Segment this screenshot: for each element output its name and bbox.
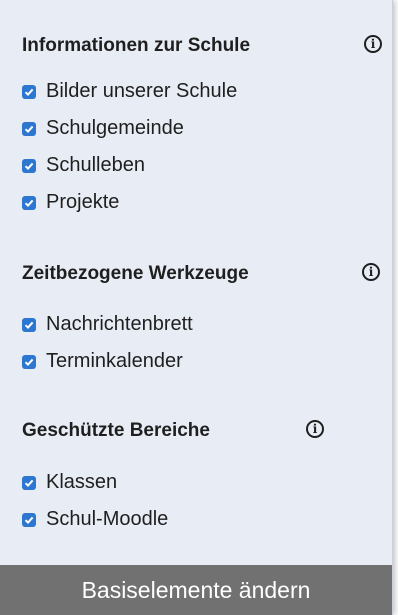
checkbox-checked[interactable] (22, 158, 36, 173)
checkbox-label: Schul-Moodle (46, 508, 169, 530)
checkbox-label: Bilder unserer Schule (46, 80, 238, 102)
checkbox-checked[interactable] (22, 84, 36, 99)
section-header: Informationen zur Schule i (22, 33, 382, 63)
checkbox-label: Schulleben (46, 154, 145, 176)
section-title: Informationen zur Schule (22, 35, 251, 56)
section-time-tools: Zeitbezogene Werkzeuge i Nachrichtenbret… (22, 261, 380, 380)
section-title: Geschützte Bereiche (22, 420, 210, 441)
settings-panel: Informationen zur Schule i Bilder unsere… (0, 0, 393, 615)
section-header: Zeitbezogene Werkzeuge i (22, 261, 380, 291)
info-icon[interactable]: i (306, 420, 324, 438)
checkbox-item-school-life[interactable]: Schulleben (22, 147, 372, 184)
checkbox-checked[interactable] (22, 512, 36, 527)
checkbox-item-classes[interactable]: Klassen (22, 464, 372, 501)
checkbox-item-news-board[interactable]: Nachrichtenbrett (22, 306, 372, 343)
checkbox-item-projects[interactable]: Projekte (22, 184, 372, 221)
section-school-info: Informationen zur Schule i Bilder unsere… (22, 33, 382, 221)
info-icon[interactable]: i (362, 263, 380, 281)
checkbox-item-pictures[interactable]: Bilder unserer Schule (22, 73, 372, 110)
checkbox-label: Klassen (46, 471, 118, 493)
checkbox-checked[interactable] (22, 354, 36, 369)
checkbox-item-moodle[interactable]: Schul-Moodle (22, 501, 372, 538)
checkbox-checked[interactable] (22, 475, 36, 490)
checkbox-checked[interactable] (22, 195, 36, 210)
section-protected-areas: Geschützte Bereiche i Klassen Schul-Mood… (22, 418, 372, 538)
checkbox-label: Nachrichtenbrett (46, 313, 193, 335)
checkbox-label: Projekte (46, 191, 120, 213)
checkbox-item-calendar[interactable]: Terminkalender (22, 343, 372, 380)
section-header: Geschützte Bereiche i (22, 418, 372, 448)
checkbox-label: Terminkalender (46, 350, 183, 372)
change-base-elements-button[interactable]: Basiselemente ändern (0, 565, 392, 615)
checkbox-checked[interactable] (22, 121, 36, 136)
checkbox-checked[interactable] (22, 317, 36, 332)
info-icon[interactable]: i (364, 35, 382, 53)
checkbox-item-community[interactable]: Schulgemeinde (22, 110, 372, 147)
section-title: Zeitbezogene Werkzeuge (22, 263, 249, 284)
checkbox-label: Schulgemeinde (46, 117, 184, 139)
